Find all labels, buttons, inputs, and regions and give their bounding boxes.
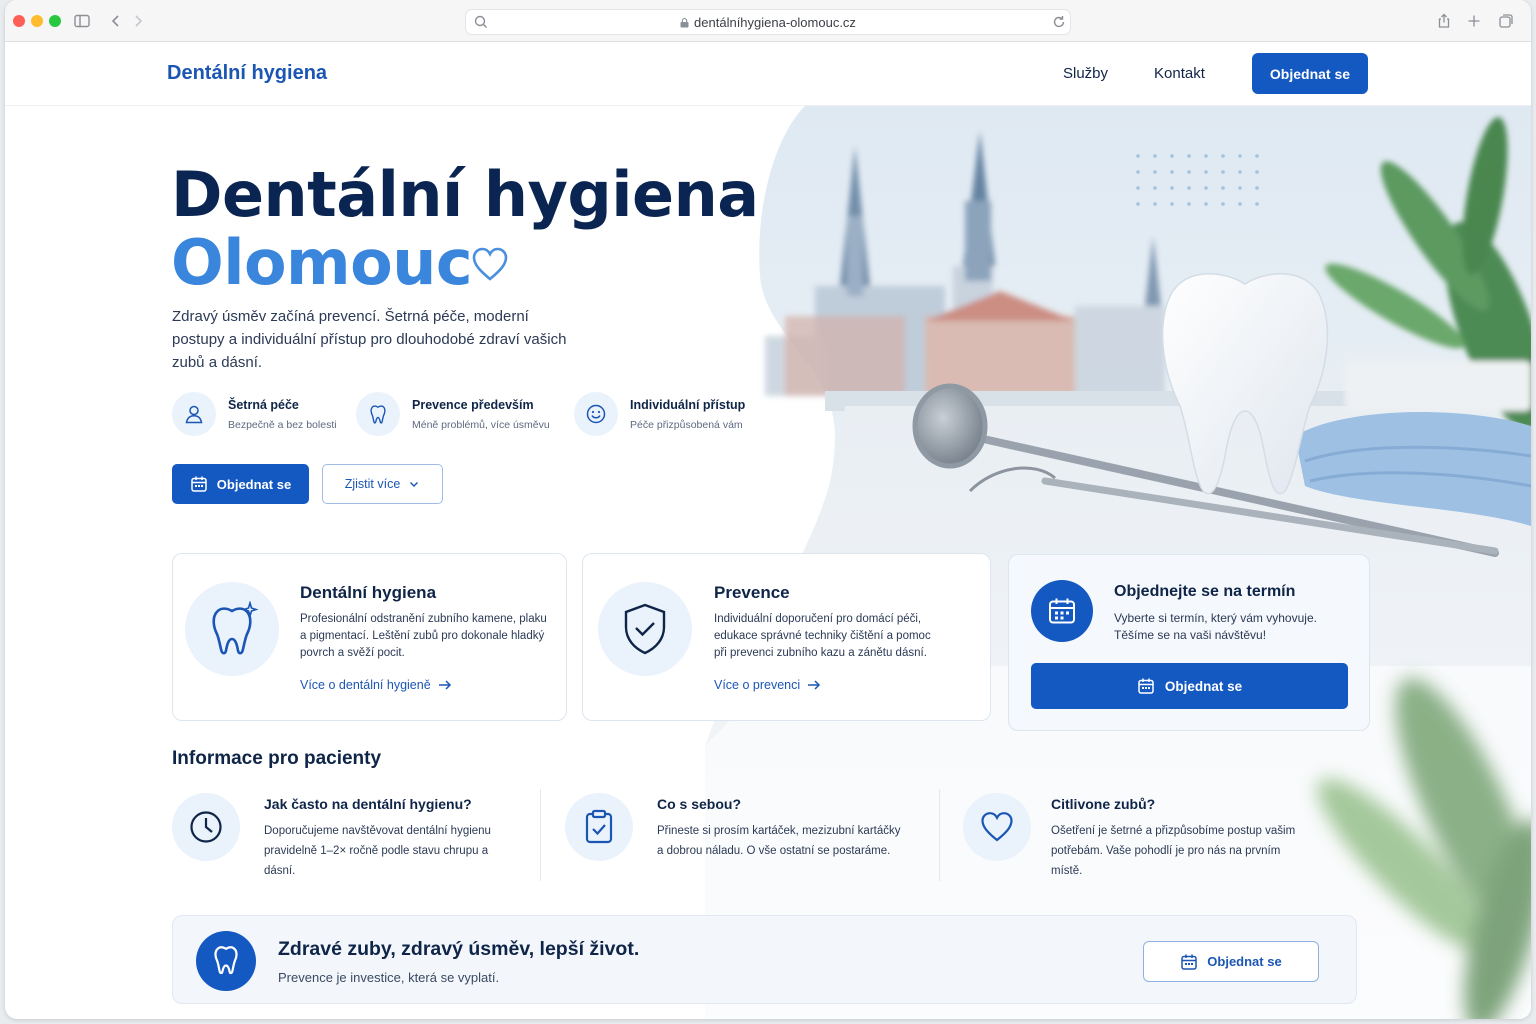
learn-more-button[interactable]: Zjistit více bbox=[322, 464, 443, 504]
close-window-button[interactable] bbox=[13, 15, 25, 27]
person-icon bbox=[172, 392, 216, 436]
info-title: Citlivone zubů? bbox=[1051, 796, 1156, 812]
info-item-what-to-bring: Co s sebou? Přineste si prosím kartáček,… bbox=[565, 793, 920, 883]
site-header: Dentální hygiena Služby Kontakt Objednat… bbox=[5, 42, 1531, 106]
feature-title: Prevence především bbox=[412, 398, 534, 412]
heart-icon bbox=[963, 793, 1031, 861]
browser-window: dentálníhygiena-olomouc.cz Dentální hygi… bbox=[5, 0, 1531, 1019]
booking-book-button[interactable]: Objednat se bbox=[1031, 663, 1348, 709]
booking-description: Vyberte si termín, který vám vyhovuje. T… bbox=[1114, 611, 1317, 642]
tab-overview-icon[interactable] bbox=[1497, 12, 1515, 30]
clipboard-check-icon bbox=[565, 793, 633, 861]
banner-subtitle: Prevence je investice, která se vyplatí. bbox=[278, 970, 500, 985]
info-description: Doporučujeme navštěvovat dentální hygien… bbox=[264, 825, 491, 877]
arrow-right-icon bbox=[808, 680, 821, 690]
feature-prevence: Prevence především Méně problémů, více ú… bbox=[356, 392, 566, 436]
tooth-icon bbox=[356, 392, 400, 436]
sidebar-toggle-icon[interactable] bbox=[73, 12, 91, 30]
hero-subtitle: Zdravý úsměv začíná prevencí. Šetrná péč… bbox=[172, 308, 567, 371]
card-link-hygiena[interactable]: Více o dentální hygieně bbox=[300, 678, 452, 692]
new-tab-icon[interactable] bbox=[1465, 12, 1483, 30]
reload-icon[interactable] bbox=[1050, 13, 1068, 31]
clock-icon bbox=[172, 793, 240, 861]
share-icon[interactable] bbox=[1435, 12, 1453, 30]
cta-banner: Zdravé zuby, zdravý úsměv, lepší život. … bbox=[172, 915, 1357, 1004]
learn-more-label: Zjistit více bbox=[344, 477, 401, 491]
calendar-icon bbox=[191, 476, 207, 492]
address-bar[interactable]: dentálníhygiena-olomouc.cz bbox=[465, 9, 1071, 35]
calendar-icon bbox=[1138, 678, 1154, 694]
minimize-window-button[interactable] bbox=[31, 15, 43, 27]
header-book-button[interactable]: Objednat se bbox=[1252, 53, 1368, 94]
card-description: Profesionální odstranění zubního kamene,… bbox=[300, 613, 547, 659]
feature-individualni: Individuální přístup Péče přizpůsobená v… bbox=[574, 392, 764, 436]
info-item-frequency: Jak často na dentální hygienu? Doporučuj… bbox=[172, 793, 527, 883]
tooth-icon bbox=[196, 931, 256, 991]
arrow-right-icon bbox=[438, 680, 451, 690]
feature-setrna-pece: Šetrná péče Bezpečně a bez bolesti bbox=[172, 392, 352, 436]
smile-icon bbox=[574, 392, 618, 436]
url-display: dentálníhygiena-olomouc.cz bbox=[466, 15, 1070, 30]
shield-check-icon bbox=[598, 582, 692, 676]
card-title: Dentální hygiena bbox=[300, 583, 437, 602]
info-item-sensitive-teeth: Citlivone zubů? Ošetření je šetrné a při… bbox=[963, 793, 1318, 883]
banner-book-label: Objednat se bbox=[1207, 954, 1282, 969]
feature-desc: Bezpečně a bez bolesti bbox=[228, 419, 337, 431]
calendar-icon bbox=[1181, 954, 1198, 970]
hero-title-line2: Olomouc bbox=[171, 226, 473, 299]
url-text: dentálníhygiena-olomouc.cz bbox=[694, 15, 856, 30]
chevron-down-icon bbox=[410, 482, 419, 487]
feature-desc: Méně problémů, více úsměvu bbox=[412, 419, 550, 431]
feature-desc: Péče přizpůsobená vám bbox=[630, 419, 743, 431]
tooth-sparkle-icon bbox=[185, 582, 279, 676]
feature-title: Individuální přístup bbox=[630, 398, 746, 412]
calendar-icon bbox=[1031, 580, 1093, 642]
hero-book-button[interactable]: Objednat se bbox=[172, 464, 309, 504]
banner-title: Zdravé zuby, zdravý úsměv, lepší život. bbox=[278, 938, 640, 960]
nav-link-kontakt[interactable]: Kontakt bbox=[1154, 65, 1205, 82]
card-title: Prevence bbox=[714, 583, 790, 602]
service-card-prevence: Prevence Individuální doporučení pro dom… bbox=[582, 553, 991, 721]
info-description: Přineste si prosím kartáček, mezizubní k… bbox=[657, 825, 901, 857]
banner-book-button[interactable]: Objednat se bbox=[1143, 941, 1319, 982]
lock-icon bbox=[680, 18, 689, 28]
info-title: Jak často na dentální hygienu? bbox=[264, 796, 472, 812]
hero-book-label: Objednat se bbox=[216, 476, 292, 492]
booking-card: Objednejte se na termín Vyberte si termí… bbox=[1008, 554, 1370, 731]
booking-title: Objednejte se na termín bbox=[1114, 583, 1296, 600]
service-card-hygiena: Dentální hygiena Profesionální odstraněn… bbox=[172, 553, 567, 721]
card-link-label: Více o prevenci bbox=[714, 678, 801, 692]
heart-icon bbox=[471, 246, 509, 282]
info-description: Ošetření je šetrné a přizpůsobíme postup… bbox=[1051, 825, 1296, 877]
info-divider bbox=[540, 789, 541, 881]
site-logo[interactable]: Dentální hygiena bbox=[167, 62, 327, 85]
feature-title: Šetrná péče bbox=[228, 398, 299, 412]
info-divider bbox=[939, 789, 940, 881]
back-icon[interactable] bbox=[107, 12, 125, 30]
card-link-prevence[interactable]: Více o prevenci bbox=[714, 678, 821, 692]
browser-toolbar: dentálníhygiena-olomouc.cz bbox=[5, 0, 1531, 42]
card-description: Individuální doporučení pro domácí péči,… bbox=[714, 613, 931, 659]
forward-icon[interactable] bbox=[129, 12, 147, 30]
nav-link-sluzby[interactable]: Služby bbox=[1063, 65, 1108, 82]
maximize-window-button[interactable] bbox=[49, 15, 61, 27]
info-title: Co s sebou? bbox=[657, 796, 742, 812]
patient-info-heading: Informace pro pacienty bbox=[172, 748, 382, 769]
hero-title-line1: Dentální hygiena bbox=[171, 158, 759, 231]
card-link-label: Více o dentální hygieně bbox=[300, 678, 431, 692]
booking-book-label: Objednat se bbox=[1164, 678, 1243, 694]
